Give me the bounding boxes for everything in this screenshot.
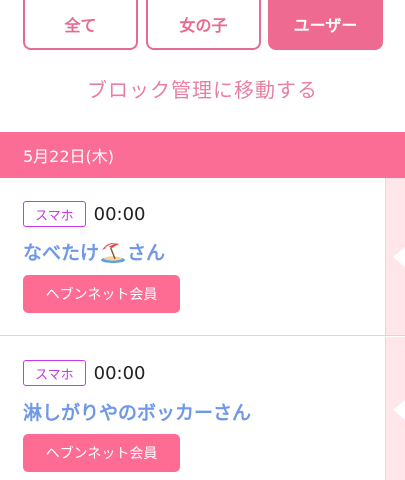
item-meta-row: スマホ 00:00 <box>23 201 146 227</box>
user-name-link[interactable]: なべたけ さん <box>23 238 165 265</box>
user-name-link[interactable]: 淋しがりやのボッカーさん <box>23 398 251 425</box>
page: 全て 女の子 ユーザー ブロック管理に移動する 5月22日(木) スマホ 00:… <box>0 0 405 480</box>
tab-all[interactable]: 全て <box>23 0 138 50</box>
beach-umbrella-icon <box>100 241 126 263</box>
user-name-suffix: さん <box>127 242 166 264</box>
chevron-left-icon <box>393 400 405 420</box>
tab-girls[interactable]: 女の子 <box>146 0 261 50</box>
time-label: 00:00 <box>93 362 146 384</box>
member-badge: ヘブンネット会員 <box>23 275 180 313</box>
time-label: 00:00 <box>93 203 146 225</box>
block-management-link[interactable]: ブロック管理に移動する <box>0 74 405 103</box>
date-header: 5月22日(木) <box>0 132 405 178</box>
user-name-text: なべたけ <box>23 242 100 264</box>
filter-tabs: 全て 女の子 ユーザー <box>0 0 405 52</box>
tab-users[interactable]: ユーザー <box>268 0 383 50</box>
list-item[interactable]: スマホ 00:00 淋しがりやのボッカーさん ヘブンネット会員 <box>0 337 405 480</box>
member-badge: ヘブンネット会員 <box>23 434 180 472</box>
chevron-left-icon <box>393 247 405 267</box>
device-badge: スマホ <box>23 360 86 386</box>
list-item[interactable]: スマホ 00:00 なべたけ さん ヘブンネット会員 <box>0 178 405 336</box>
device-badge: スマホ <box>23 201 86 227</box>
item-meta-row: スマホ 00:00 <box>23 360 146 386</box>
